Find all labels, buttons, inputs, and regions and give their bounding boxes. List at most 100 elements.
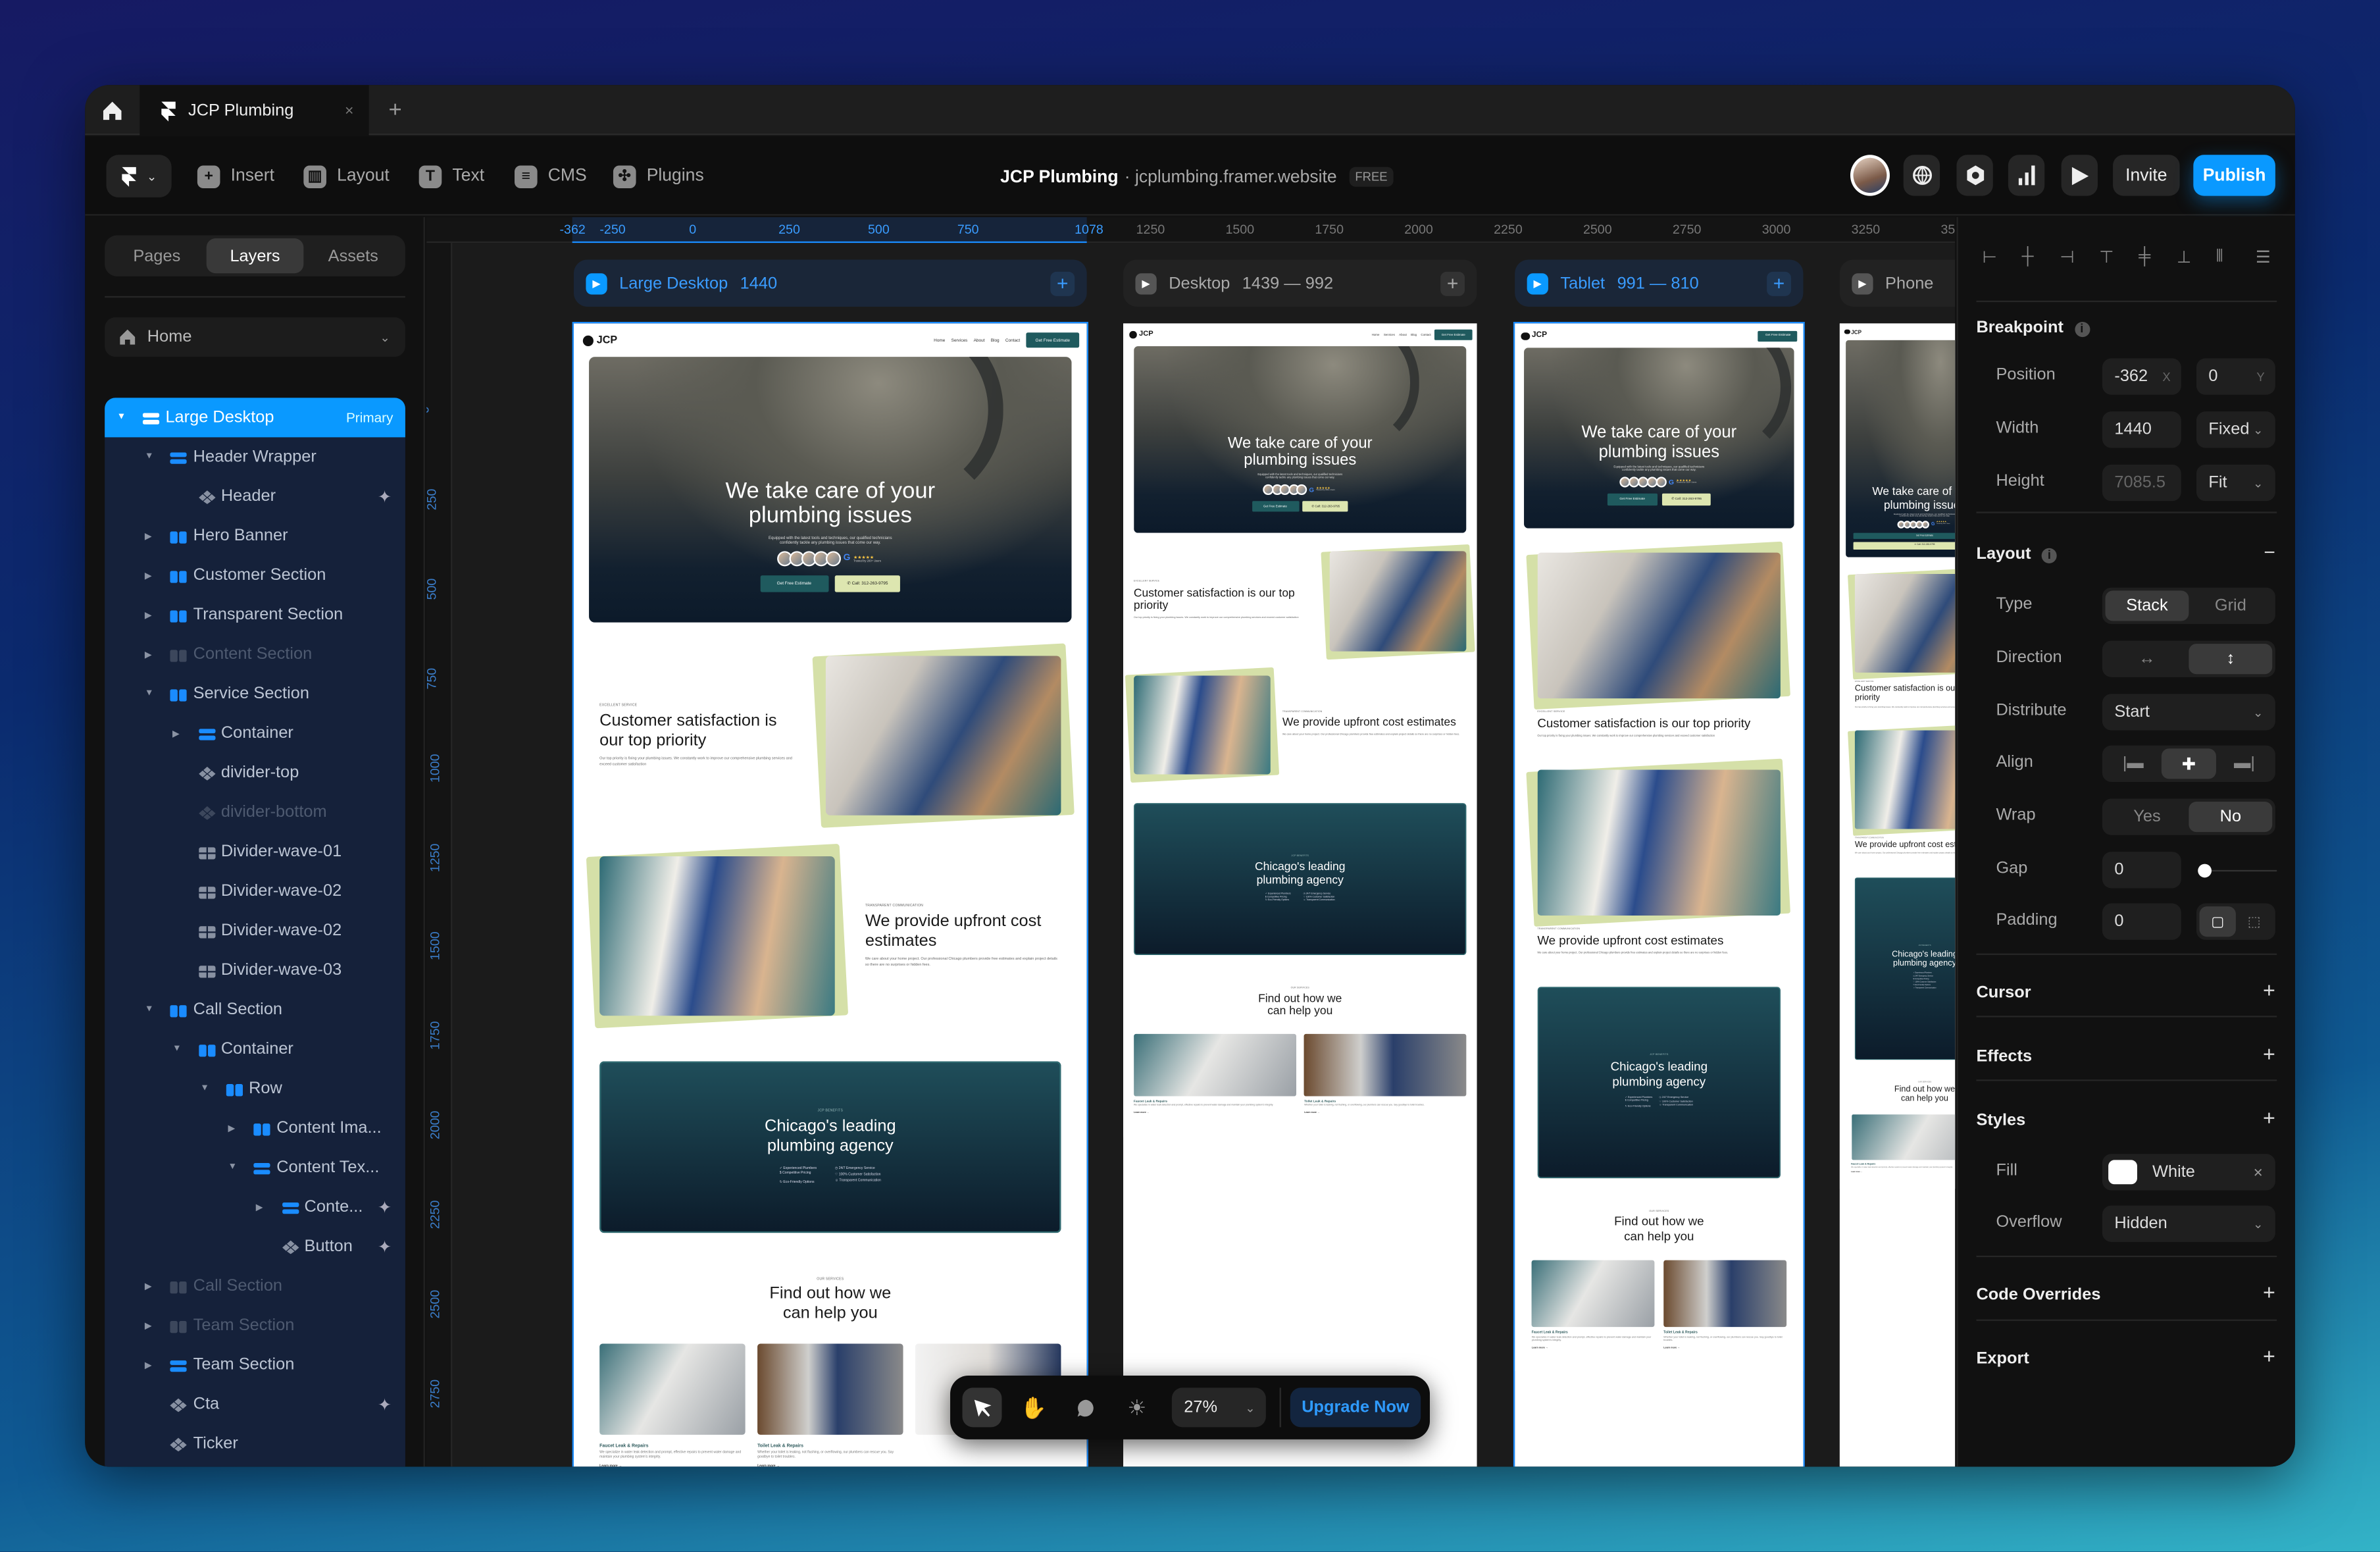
nav-link[interactable]: About — [1399, 334, 1407, 337]
layer-row[interactable]: Cta ✦ — [105, 1385, 405, 1424]
layer-row[interactable]: Ticker — [105, 1424, 405, 1464]
wrap-no-option[interactable]: No — [2189, 801, 2273, 833]
add-style-icon[interactable]: + — [2263, 1105, 2275, 1129]
layer-row[interactable]: ▶ Hero Banner — [105, 516, 405, 556]
nav-cta-button[interactable]: Get Free Estimate — [1026, 332, 1080, 349]
caret-down-icon[interactable]: ▼ — [145, 452, 154, 461]
service-card[interactable]: Faucet Leak & Repairs We specialize in wa… — [1133, 1033, 1296, 1114]
learn-more-link[interactable]: Learn more → — [1663, 1347, 1786, 1349]
play-preview-icon[interactable]: ▶ — [1852, 272, 1873, 294]
add-effect-icon[interactable]: + — [2263, 1041, 2275, 1066]
align-center-option[interactable]: ✚ — [2161, 748, 2217, 779]
add-breakpoint-icon[interactable]: + — [1440, 271, 1465, 296]
invite-button[interactable]: Invite — [2113, 155, 2180, 196]
layer-row[interactable]: Button ✦ — [105, 1227, 405, 1266]
zoom-select[interactable]: 27% ⌄ — [1171, 1387, 1266, 1428]
height-mode-select[interactable]: Fit ⌄ — [2196, 464, 2275, 502]
text-button[interactable]: T Text — [418, 155, 484, 197]
nav-link[interactable]: About — [974, 337, 985, 343]
nav-link[interactable]: Home — [1372, 334, 1380, 337]
position-x-input[interactable]: -362 X — [2102, 358, 2181, 395]
analytics-button[interactable] — [2008, 155, 2045, 196]
caret-right-icon[interactable]: ▶ — [145, 570, 152, 581]
caret-right-icon[interactable]: ▶ — [145, 649, 152, 660]
align-bottom-icon[interactable]: ⊥ — [2177, 247, 2195, 267]
caret-down-icon[interactable]: ▼ — [145, 689, 154, 698]
site-logo[interactable]: JCP — [1521, 331, 1547, 340]
info-icon[interactable]: i — [2041, 548, 2058, 563]
layer-row[interactable]: ▼ Content Tex... — [105, 1148, 405, 1187]
project-domain[interactable]: · jcplumbing.framer.website — [1125, 168, 1337, 186]
align-center-h-icon[interactable]: ┼ — [2022, 247, 2040, 266]
learn-more-link[interactable]: Learn more → — [1851, 1172, 1955, 1173]
layer-row[interactable]: ▼ Header Wrapper — [105, 437, 405, 477]
nav-link[interactable]: Home — [934, 337, 945, 343]
play-preview-icon[interactable]: ▶ — [1527, 272, 1548, 294]
service-card[interactable]: Toilet Leak & Repairs Whether your toilet… — [757, 1344, 903, 1466]
caret-down-icon[interactable]: ▼ — [228, 1163, 237, 1172]
layer-row[interactable]: ▶ Content Section — [105, 634, 405, 674]
gap-slider[interactable] — [2198, 864, 2277, 878]
get-estimate-button[interactable]: Get Free Estimate — [1252, 501, 1299, 512]
canvas[interactable]: -362 -250 0 250 500 750 1078 1250 1500 1750 2000 22… — [426, 217, 1956, 1467]
component-plus-icon[interactable]: ✦ — [378, 1237, 392, 1256]
caret-right-icon[interactable]: ▶ — [145, 609, 152, 620]
layer-row[interactable]: Divider-wave-02 — [105, 911, 405, 950]
layer-row[interactable]: ▶ Content Ima... — [105, 1108, 405, 1148]
align-end-option[interactable]: ▬| — [2217, 748, 2273, 779]
preview-button[interactable] — [2061, 155, 2098, 196]
layer-row[interactable]: divider-bottom — [105, 792, 405, 832]
page-selector[interactable]: Home ⌄ — [105, 317, 405, 357]
component-plus-icon[interactable]: ✦ — [378, 486, 392, 507]
layer-row[interactable]: ▼ Service Section — [105, 674, 405, 713]
breakpoint-frame[interactable]: JCPHomeServicesAboutBlogContact≡Get Free… — [1123, 323, 1477, 1467]
play-preview-icon[interactable]: ▶ — [1135, 272, 1157, 294]
caret-down-icon[interactable]: ▼ — [145, 1005, 154, 1014]
nav-link[interactable]: Services — [1384, 334, 1395, 337]
nav-link[interactable]: Contact — [1005, 337, 1020, 343]
add-code-override-icon[interactable]: + — [2263, 1280, 2275, 1305]
component-plus-icon[interactable]: ✦ — [378, 1197, 392, 1217]
caret-right-icon[interactable]: ▶ — [145, 1360, 152, 1370]
layer-row[interactable]: Header ✦ — [105, 477, 405, 516]
call-button[interactable]: ✆ Call: 312-263-9795 — [1303, 501, 1349, 512]
breakpoint-label-phone[interactable]: ▶Phone+ — [1839, 259, 1956, 307]
align-start-option[interactable]: |▬ — [2106, 748, 2162, 779]
learn-more-link[interactable]: Learn more → — [1304, 1112, 1467, 1114]
padding-individual-option[interactable]: ⬚ — [2236, 906, 2272, 937]
direction-horizontal-option[interactable]: ↔ — [2106, 644, 2189, 674]
layer-row[interactable]: divider-top — [105, 753, 405, 792]
add-export-icon[interactable]: + — [2263, 1344, 2275, 1368]
padding-input[interactable]: 0 — [2102, 903, 2181, 940]
add-breakpoint-icon[interactable]: + — [1050, 271, 1075, 296]
layer-row[interactable]: ▼ Large Desktop Primary — [105, 398, 405, 438]
tab-pages[interactable]: Pages — [108, 238, 206, 273]
add-breakpoint-icon[interactable]: + — [1767, 271, 1792, 296]
add-cursor-icon[interactable]: + — [2263, 978, 2275, 1002]
align-left-icon[interactable]: ⊢ — [1983, 247, 2001, 267]
service-card[interactable]: Faucet Leak & Repairs We specialize in wa… — [1851, 1115, 1956, 1173]
breakpoint-label-tablet[interactable]: ▶ Tablet 991 — 810 + — [1515, 259, 1804, 307]
nav-link[interactable]: Blog — [1411, 334, 1417, 337]
new-tab-button[interactable]: + — [389, 97, 402, 123]
caret-down-icon[interactable]: ▼ — [172, 1045, 182, 1054]
site-logo[interactable]: JCP — [1129, 331, 1153, 339]
distribute-h-icon[interactable]: ⫴ — [2216, 247, 2235, 266]
height-input[interactable]: 7085.5 — [2102, 464, 2181, 502]
upgrade-now-button[interactable]: Upgrade Now — [1290, 1387, 1421, 1428]
fill-input[interactable]: White ✕ — [2102, 1154, 2275, 1191]
layer-row[interactable]: ▶ Call Section — [105, 1266, 405, 1306]
service-card[interactable]: Toilet Leak & Repairs Whether your toilet… — [1663, 1259, 1786, 1349]
service-card[interactable]: Toilet Leak & Repairs Whether your toilet… — [1304, 1033, 1467, 1114]
info-icon[interactable]: i — [2074, 322, 2090, 338]
fill-color-swatch[interactable] — [2108, 1160, 2137, 1185]
layer-row[interactable]: Divider-wave-02 — [105, 871, 405, 911]
direction-vertical-option[interactable]: ↕ — [2189, 644, 2273, 675]
width-mode-select[interactable]: Fixed ⌄ — [2196, 411, 2275, 448]
overflow-select[interactable]: Hidden ⌄ — [2102, 1205, 2275, 1242]
framer-menu-button[interactable]: ⌄ — [106, 155, 172, 197]
user-avatar[interactable] — [1850, 155, 1890, 196]
layer-row[interactable]: Divider-wave-03 — [105, 950, 405, 990]
width-input[interactable]: 1440 — [2102, 411, 2181, 448]
site-logo[interactable]: JCP — [582, 334, 617, 346]
